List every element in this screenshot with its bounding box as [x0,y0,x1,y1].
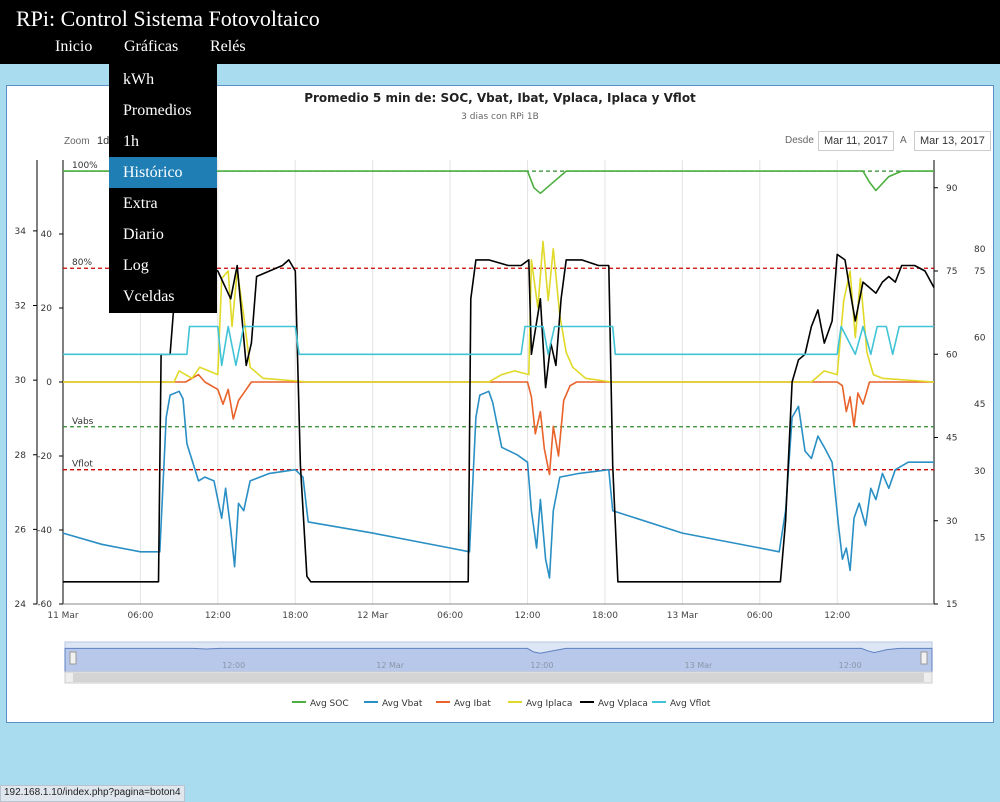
x-tick-label: 12:00 [824,611,850,621]
right-outer-tick-label: 30 [974,467,986,477]
status-bar-url: 192.168.1.10/index.php?pagina=boton4 [0,785,185,802]
navigator-scroll-thumb [73,673,924,682]
right-outer-tick-label: 60 [974,334,986,344]
right-inner-tick-label: 75 [946,267,957,277]
right-inner-tick-label: 45 [946,434,957,444]
series-line [62,390,934,579]
left-outer-tick-label: 34 [15,227,27,237]
menu-item-historico[interactable]: Histórico [109,157,217,188]
series-line [63,373,934,476]
x-tick-label: 12 Mar [357,611,389,621]
navigator-tick-label: 13 Mar [685,661,714,670]
left-outer-tick-label: 28 [15,451,27,461]
left-inner-tick-label: -60 [37,600,52,610]
menu-item-1h[interactable]: 1h [109,126,217,157]
left-outer-tick-label: 24 [15,600,27,610]
x-tick-label: 12:00 [205,611,231,621]
chart-subtitle: 3 dias con RPi 1B [461,112,539,122]
menu-item-promedios[interactable]: Promedios [109,95,217,126]
right-outer-tick-label: 45 [974,400,985,410]
legend-item: Avg Vbat [382,699,423,709]
right-outer-tick-label: 75 [974,267,985,277]
navigator-tick-label: 12 Mar [376,661,405,670]
right-inner-tick-label: 60 [946,350,958,360]
right-outer-tick-label: 15 [974,533,985,543]
left-outer-tick-label: 30 [15,376,27,386]
right-outer-tick-label: 80 [974,245,986,255]
x-tick-label: 12:00 [515,611,541,621]
left-inner-tick-label: 20 [41,304,53,314]
chart-title: Promedio 5 min de: SOC, Vbat, Ibat, Vpla… [304,91,696,105]
left-inner-tick-label: -40 [37,526,52,536]
graficas-dropdown-menu: kWh Promedios 1h Histórico Extra Diario … [109,64,217,313]
right-inner-tick-label: 90 [946,184,958,194]
plot-line-label: Vflot [72,460,93,470]
menu-item-log[interactable]: Log [109,250,217,281]
left-inner-tick-label: 40 [41,230,53,240]
navigator-handle-left [69,651,77,665]
left-outer-tick-label: 32 [15,302,26,312]
menu-item-diario[interactable]: Diario [109,219,217,250]
menu-item-vceldas[interactable]: Vceldas [109,281,217,312]
legend-item: Avg Vplaca [598,699,648,709]
x-tick-label: 18:00 [592,611,618,621]
x-tick-label: 06:00 [747,611,773,621]
left-inner-tick-label: 0 [46,378,52,388]
plot-line-label: Vabs [72,417,94,427]
x-tick-label: 06:00 [127,611,153,621]
x-tick-label: 18:00 [282,611,308,621]
right-inner-tick-label: 15 [946,600,957,610]
navigator-series [64,647,933,673]
legend-item: Avg Ibat [454,699,491,709]
navigator-tick-label: 12:00 [530,661,553,670]
navigator-handle-right [920,651,928,665]
legend-item: Avg SOC [310,699,349,709]
series-line [63,325,934,367]
navigator-tick-label: 12:00 [222,661,245,670]
left-outer-tick-label: 26 [15,525,27,535]
left-inner-tick-label: -20 [37,452,52,462]
plot-line-label: 80% [72,258,92,268]
navigator-tick-label: 12:00 [839,661,862,670]
legend-item: Avg Iplaca [526,699,572,709]
right-inner-tick-label: 30 [946,517,958,527]
x-tick-label: 06:00 [437,611,463,621]
menu-item-extra[interactable]: Extra [109,188,217,219]
plot-line-label: 100% [72,161,98,171]
x-tick-label: 11 Mar [47,611,79,621]
legend-item: Avg Vflot [670,699,711,709]
x-tick-label: 13 Mar [667,611,699,621]
menu-item-kwh[interactable]: kWh [109,64,217,95]
